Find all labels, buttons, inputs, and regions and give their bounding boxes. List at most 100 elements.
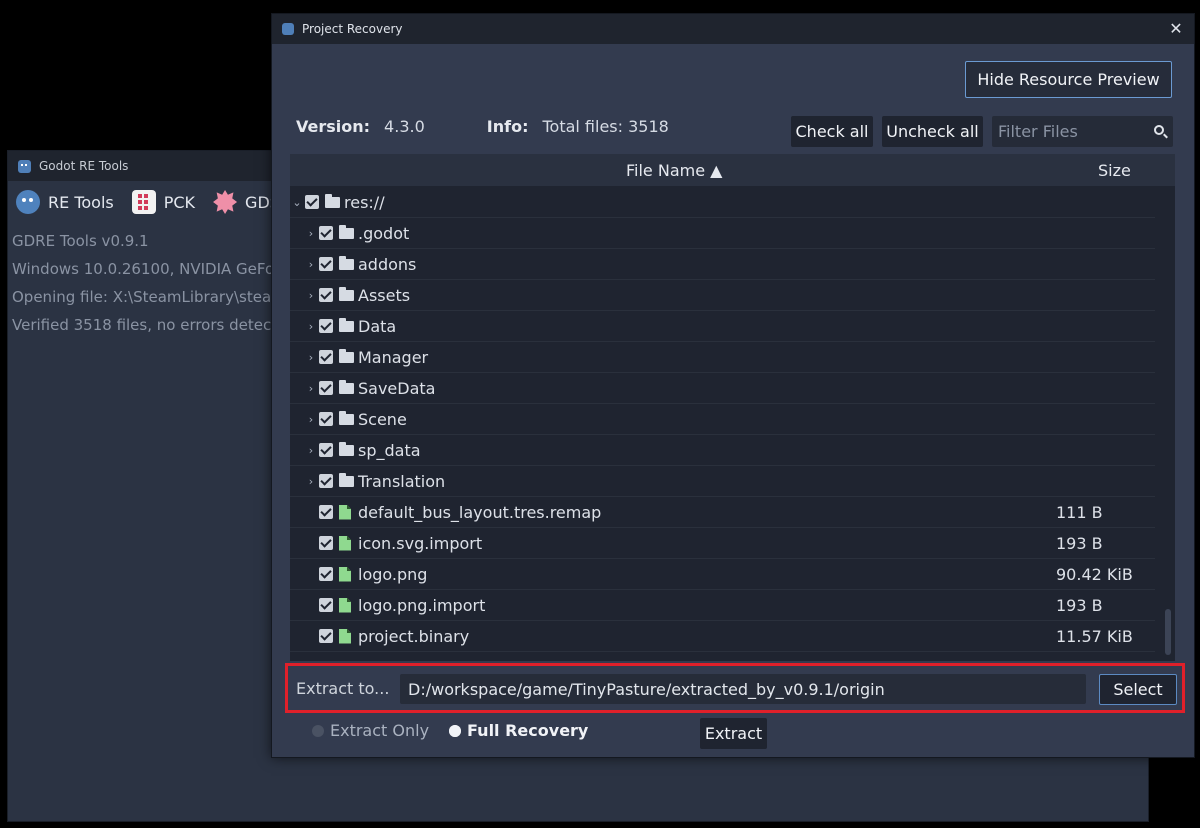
checkbox[interactable] bbox=[319, 226, 333, 240]
folder-icon bbox=[339, 348, 354, 363]
tree-folder-row[interactable]: › Scene bbox=[290, 404, 1155, 435]
tree-file-row[interactable]: logo.png.import 193 B bbox=[290, 590, 1155, 621]
tree-folder-row[interactable]: › Assets bbox=[290, 280, 1155, 311]
tree-file-row[interactable]: default_bus_layout.tres.remap 111 B bbox=[290, 497, 1155, 528]
hide-resource-preview-button[interactable]: Hide Resource Preview bbox=[965, 61, 1172, 98]
folder-icon bbox=[339, 379, 354, 394]
tree-item-name: res:// bbox=[344, 192, 385, 212]
chevron-right-icon[interactable]: › bbox=[306, 475, 316, 488]
checkbox[interactable] bbox=[319, 350, 333, 364]
chevron-down-icon[interactable]: ⌄ bbox=[292, 196, 302, 209]
checkbox[interactable] bbox=[319, 567, 333, 581]
file-icon bbox=[339, 597, 351, 613]
gdscript-icon bbox=[213, 190, 238, 214]
pck-label: PCK bbox=[163, 192, 196, 212]
checkbox[interactable] bbox=[319, 288, 333, 302]
tree-item-size: 11.57 KiB bbox=[1056, 626, 1133, 646]
file-icon bbox=[339, 504, 351, 520]
extract-to-section: Extract to... Select bbox=[285, 663, 1185, 713]
tree-folder-row[interactable]: › .godot bbox=[290, 218, 1155, 249]
folder-icon bbox=[325, 193, 340, 208]
info-row: Version: 4.3.0 Info: Total files: 3518 bbox=[296, 117, 669, 136]
checkbox[interactable] bbox=[319, 412, 333, 426]
tree-item-size: 193 B bbox=[1056, 533, 1103, 553]
tree-scrollbar[interactable] bbox=[1165, 609, 1171, 655]
version-label: Version: bbox=[296, 117, 371, 136]
checkbox[interactable] bbox=[319, 536, 333, 550]
chevron-right-icon[interactable]: › bbox=[306, 351, 316, 364]
column-size[interactable]: Size bbox=[1098, 161, 1131, 180]
re-tools-label: RE Tools bbox=[48, 192, 114, 212]
column-file-name[interactable]: File Name ▲ bbox=[626, 161, 722, 180]
chevron-right-icon[interactable]: › bbox=[306, 382, 316, 395]
checkbox[interactable] bbox=[319, 629, 333, 643]
file-tree[interactable]: File Name ▲ Size ⌄ res:// › .godot › addons › A… bbox=[290, 154, 1175, 661]
tree-item-name: logo.png.import bbox=[358, 595, 486, 615]
godot-icon bbox=[18, 159, 31, 173]
chevron-right-icon[interactable]: › bbox=[306, 320, 316, 333]
tree-file-row[interactable]: logo.png 90.42 KiB bbox=[290, 559, 1155, 590]
chevron-right-icon[interactable]: › bbox=[306, 444, 316, 457]
checkbox[interactable] bbox=[319, 598, 333, 612]
tree-item-name: project.binary bbox=[358, 626, 470, 646]
checkbox[interactable] bbox=[319, 474, 333, 488]
chevron-right-icon[interactable]: › bbox=[306, 413, 316, 426]
close-icon[interactable]: ✕ bbox=[1166, 19, 1186, 39]
pck-menu[interactable]: PCK bbox=[131, 190, 196, 214]
checkbox[interactable] bbox=[319, 505, 333, 519]
tree-item-name: addons bbox=[358, 254, 417, 274]
version-value: 4.3.0 bbox=[384, 117, 425, 136]
tree-folder-row[interactable]: › Manager bbox=[290, 342, 1155, 373]
re-tools-menu[interactable]: RE Tools bbox=[16, 190, 114, 214]
extract-to-label: Extract to... bbox=[296, 679, 390, 698]
tree-folder-row[interactable]: › Translation bbox=[290, 466, 1155, 497]
filter-files-field[interactable] bbox=[992, 116, 1173, 147]
project-recovery-dialog: Project Recovery ✕ Hide Resource Preview… bbox=[271, 13, 1195, 758]
info-label: Info: bbox=[486, 117, 529, 136]
chevron-right-icon[interactable]: › bbox=[306, 258, 316, 271]
tree-item-name: Manager bbox=[358, 347, 429, 367]
tree-folder-row[interactable]: › sp_data bbox=[290, 435, 1155, 466]
radio-full-recovery[interactable]: Full Recovery bbox=[449, 721, 588, 740]
extract-path-field[interactable] bbox=[400, 674, 1086, 704]
uncheck-all-button[interactable]: Uncheck all bbox=[882, 116, 983, 147]
file-icon bbox=[339, 566, 351, 582]
chevron-right-icon[interactable]: › bbox=[306, 289, 316, 302]
folder-icon bbox=[339, 441, 354, 456]
folder-icon bbox=[339, 472, 354, 487]
tree-folder-row[interactable]: ⌄ res:// bbox=[290, 187, 1155, 218]
chevron-right-icon[interactable]: › bbox=[306, 227, 316, 240]
folder-icon bbox=[339, 317, 354, 332]
checkbox[interactable] bbox=[319, 443, 333, 457]
search-icon bbox=[1154, 125, 1164, 135]
tree-file-row[interactable]: project.binary 11.57 KiB bbox=[290, 621, 1155, 652]
filter-files-input[interactable] bbox=[992, 116, 1173, 147]
radio-selected-icon bbox=[449, 724, 462, 737]
checkbox[interactable] bbox=[319, 381, 333, 395]
radio-extract-only[interactable]: Extract Only bbox=[312, 721, 429, 740]
tree-header: File Name ▲ Size bbox=[290, 154, 1175, 186]
tree-folder-row[interactable]: › SaveData bbox=[290, 373, 1155, 404]
gdscript-menu[interactable]: GDS bbox=[213, 190, 280, 214]
folder-icon bbox=[339, 224, 354, 239]
tree-folder-row[interactable]: › addons bbox=[290, 249, 1155, 280]
tree-item-name: sp_data bbox=[358, 440, 421, 460]
tree-item-name: SaveData bbox=[358, 378, 436, 398]
select-button[interactable]: Select bbox=[1099, 674, 1177, 705]
checkbox[interactable] bbox=[319, 319, 333, 333]
tree-item-name: Assets bbox=[358, 285, 411, 305]
info-value: Total files: 3518 bbox=[542, 117, 669, 136]
tree-folder-row[interactable]: › Data bbox=[290, 311, 1155, 342]
extract-button[interactable]: Extract bbox=[700, 718, 767, 749]
pck-icon bbox=[131, 190, 156, 214]
main-window-title: Godot RE Tools bbox=[39, 159, 129, 173]
checkbox[interactable] bbox=[305, 195, 319, 209]
checkbox[interactable] bbox=[319, 257, 333, 271]
tree-rows: ⌄ res:// › .godot › addons › Assets › Data › Manage… bbox=[290, 187, 1155, 652]
tree-item-name: Translation bbox=[358, 471, 446, 491]
tree-file-row[interactable]: icon.svg.import 193 B bbox=[290, 528, 1155, 559]
radio-unselected-icon bbox=[312, 724, 324, 737]
godot-icon bbox=[282, 23, 294, 35]
extract-path-input[interactable] bbox=[400, 674, 1086, 704]
check-all-button[interactable]: Check all bbox=[791, 116, 873, 147]
